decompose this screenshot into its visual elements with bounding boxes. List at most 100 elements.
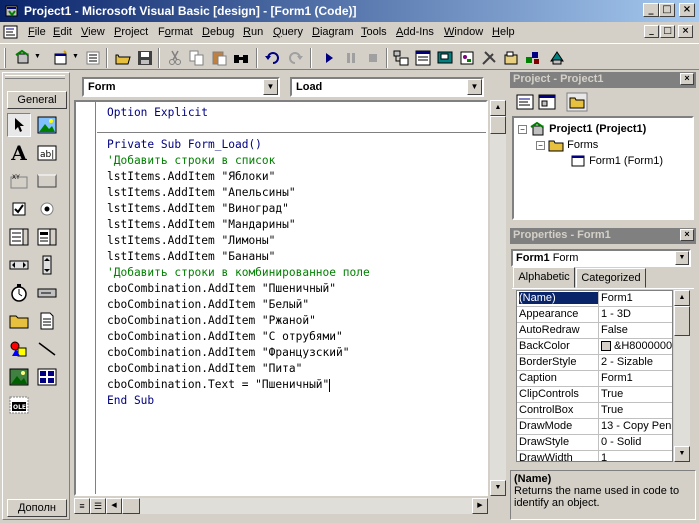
image-tool-icon[interactable]	[7, 365, 31, 389]
paste-icon[interactable]	[210, 49, 228, 67]
close-icon[interactable]: ×	[680, 73, 694, 85]
open-project-icon[interactable]	[114, 49, 132, 67]
toggle-folders-icon[interactable]	[566, 92, 588, 112]
code-window-icon[interactable]	[3, 25, 19, 40]
code-line[interactable]: Private Sub Form_Load()	[107, 137, 370, 153]
chevron-down-icon[interactable]: ▼	[675, 251, 689, 265]
menu-run[interactable]: Run	[243, 26, 263, 38]
toolbox-icon[interactable]	[480, 49, 498, 67]
view-object-icon[interactable]	[538, 94, 556, 110]
menu-tools[interactable]: Tools	[361, 26, 387, 38]
end-icon[interactable]	[364, 49, 382, 67]
menu-edit[interactable]: Edit	[53, 26, 72, 38]
toolbox-tab-general[interactable]: General	[7, 91, 67, 109]
vscrollbar-tool-icon[interactable]	[35, 253, 59, 277]
property-row[interactable]: ControlBox True	[517, 403, 672, 419]
add-form-dropdown-icon[interactable]: ▼	[72, 53, 79, 60]
add-form-icon[interactable]	[52, 49, 70, 67]
optionbutton-tool-icon[interactable]	[35, 197, 59, 221]
column-divider[interactable]	[598, 291, 599, 307]
property-value[interactable]: 2 - Sizable	[601, 356, 672, 368]
code-line-separator[interactable]	[107, 121, 370, 137]
column-divider[interactable]	[598, 419, 599, 435]
menu-editor-icon[interactable]	[84, 49, 102, 67]
property-row[interactable]: (Name) Form1	[517, 291, 672, 307]
code-line[interactable]: lstItems.AddItem "Бананы"	[107, 249, 370, 265]
toolbox-tab-extra[interactable]: Дополн	[7, 499, 67, 517]
tab-alphabetic[interactable]: Alphabetic	[513, 267, 575, 288]
property-row[interactable]: DrawWidth 1	[517, 451, 672, 461]
property-value[interactable]: True	[601, 404, 672, 416]
column-divider[interactable]	[598, 403, 599, 419]
filelistbox-tool-icon[interactable]	[35, 309, 59, 333]
picturebox-tool-icon[interactable]	[35, 113, 59, 137]
drivelistbox-tool-icon[interactable]	[35, 281, 59, 305]
scroll-thumb[interactable]	[674, 306, 690, 336]
code-line[interactable]: 'Добавить строки в список	[107, 153, 370, 169]
listbox-tool-icon[interactable]	[35, 225, 59, 249]
property-row[interactable]: ClipControls True	[517, 387, 672, 403]
tab-categorized[interactable]: Categorized	[576, 268, 646, 288]
form-layout-icon[interactable]	[436, 49, 454, 67]
add-project-icon[interactable]	[14, 49, 32, 67]
redo-icon[interactable]	[286, 49, 304, 67]
cut-icon[interactable]	[166, 49, 184, 67]
properties-grid[interactable]: (Name) Form1 Appearance 1 - 3D AutoRedraw Fal…	[516, 290, 673, 462]
mdi-close-button[interactable]: ×	[678, 25, 693, 38]
property-value[interactable]: Form1	[601, 372, 672, 384]
tree-node-forms-folder[interactable]: − Forms	[536, 138, 598, 152]
property-row[interactable]: Appearance 1 - 3D	[517, 307, 672, 323]
code-line[interactable]: lstItems.AddItem "Виноград"	[107, 201, 370, 217]
scroll-down-icon[interactable]: ▼	[490, 480, 506, 496]
component-manager-icon[interactable]	[524, 49, 542, 67]
code-vertical-scrollbar[interactable]: ▲ ▼	[490, 100, 506, 496]
code-line[interactable]: cboCombination.AddItem "Пита"	[107, 361, 370, 377]
code-editor[interactable]: Option Explicit Private Sub Form_Load() 'Д…	[74, 100, 488, 496]
menu-view[interactable]: View	[81, 26, 105, 38]
line-tool-icon[interactable]	[35, 337, 59, 361]
property-value[interactable]: Form1	[601, 292, 672, 304]
collapse-icon[interactable]: −	[518, 124, 527, 134]
menu-help[interactable]: Help	[492, 26, 515, 38]
tree-node-form1[interactable]: Form1 (Form1)	[570, 154, 663, 168]
menu-debug[interactable]: Debug	[202, 26, 234, 38]
column-divider[interactable]	[598, 435, 599, 451]
timer-tool-icon[interactable]	[7, 281, 31, 305]
project-explorer-icon[interactable]	[392, 49, 410, 67]
column-divider[interactable]	[598, 387, 599, 403]
ole-tool-icon[interactable]: OLE	[7, 393, 31, 417]
find-icon[interactable]	[232, 49, 250, 67]
properties-object-combo[interactable]: Form1 Form ▼	[511, 249, 691, 267]
property-value[interactable]: True	[601, 388, 672, 400]
dirlistbox-tool-icon[interactable]	[7, 309, 31, 333]
code-line[interactable]: End Sub	[107, 393, 370, 409]
maximize-button[interactable]: □	[659, 3, 675, 17]
view-code-icon[interactable]	[516, 94, 534, 110]
procedure-combo[interactable]: Load ▼	[290, 77, 484, 97]
property-row[interactable]: BackColor &H8000000	[517, 339, 672, 355]
mdi-minimize-button[interactable]: _	[644, 25, 659, 38]
shape-tool-icon[interactable]	[7, 337, 31, 361]
properties-scrollbar[interactable]: ▲ ▼	[674, 290, 690, 462]
visual-component-icon[interactable]	[548, 49, 566, 67]
code-line[interactable]: 'Добавить строки в комбинированное поле	[107, 265, 370, 281]
column-divider[interactable]	[598, 307, 599, 323]
property-row[interactable]: DrawMode 13 - Copy Pen	[517, 419, 672, 435]
scroll-down-icon[interactable]: ▼	[674, 446, 690, 462]
undo-icon[interactable]	[264, 49, 282, 67]
label-tool-icon[interactable]: A	[7, 141, 31, 165]
scroll-thumb[interactable]	[490, 116, 506, 134]
column-divider[interactable]	[598, 355, 599, 371]
data-view-icon[interactable]	[502, 49, 520, 67]
code-line[interactable]: cboCombination.AddItem "Ржаной"	[107, 313, 370, 329]
object-browser-icon[interactable]	[458, 49, 476, 67]
save-project-icon[interactable]	[136, 49, 154, 67]
copy-icon[interactable]	[188, 49, 206, 67]
code-line[interactable]: lstItems.AddItem "Мандарины"	[107, 217, 370, 233]
code-horizontal-scrollbar[interactable]: ≡ ☰ ◀ ▶	[74, 498, 488, 514]
chevron-down-icon[interactable]: ▼	[467, 79, 482, 95]
combobox-tool-icon[interactable]	[7, 225, 31, 249]
property-value[interactable]: False	[601, 324, 672, 336]
property-row[interactable]: DrawStyle 0 - Solid	[517, 435, 672, 451]
column-divider[interactable]	[598, 323, 599, 339]
